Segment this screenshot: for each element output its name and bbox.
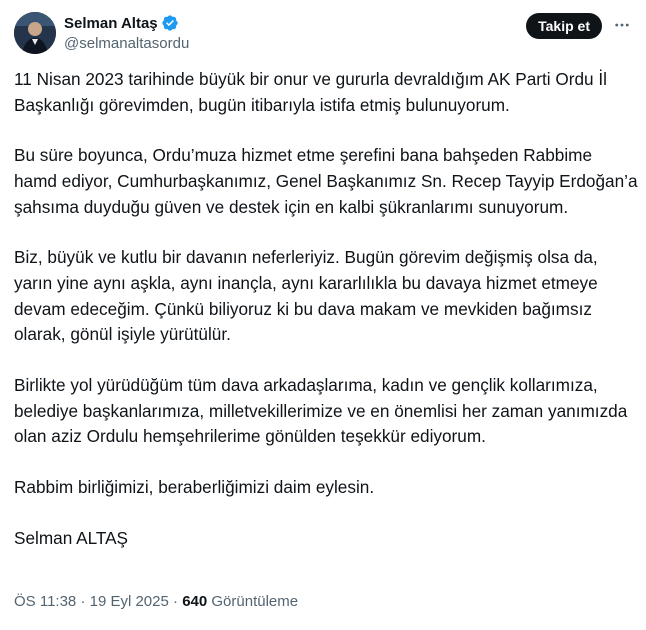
- display-name[interactable]: Selman Altaş: [64, 15, 158, 32]
- tweet-paragraph: 11 Nisan 2023 tarihinde büyük bir onur v…: [14, 69, 607, 115]
- author-handle[interactable]: @selmanaltasordu: [64, 35, 189, 52]
- display-name-row: Selman Altaş: [64, 13, 189, 33]
- tweet-time[interactable]: ÖS 11:38: [14, 593, 76, 610]
- tweet-signature: Selman ALTAŞ: [14, 527, 128, 548]
- views-label: Görüntüleme: [211, 593, 299, 610]
- tweet-paragraph: Bu süre boyunca, Ordu’muza hizmet etme ş…: [14, 145, 638, 217]
- meta-separator: ·: [80, 593, 86, 610]
- views-count: 640: [182, 593, 208, 610]
- tweet-meta: ÖS 11:38 · 19 Eyl 2025 · 640 Görüntüleme: [14, 593, 298, 610]
- tweet-text: 11 Nisan 2023 tarihinde büyük bir onur v…: [14, 67, 638, 551]
- more-horizontal-icon[interactable]: [612, 15, 632, 35]
- tweet: Selman Altaş @selmanaltasordu Takip et 1…: [0, 0, 646, 630]
- tweet-date[interactable]: 19 Eyl 2025: [90, 593, 169, 610]
- verified-badge-icon[interactable]: [161, 14, 179, 32]
- tweet-header: Selman Altaş @selmanaltasordu Takip et: [14, 12, 632, 54]
- meta-separator: ·: [173, 593, 179, 610]
- tweet-paragraph: Birlikte yol yürüdüğüm tüm dava arkadaşl…: [14, 374, 628, 447]
- tweet-paragraph: Biz, büyük ve kutlu bir davanın neferler…: [14, 247, 598, 345]
- follow-button[interactable]: Takip et: [526, 13, 602, 39]
- author-names: Selman Altaş @selmanaltasordu: [64, 13, 189, 53]
- tweet-paragraph: Rabbim birliğimizi, beraberliğimizi daim…: [14, 476, 375, 497]
- avatar[interactable]: [14, 12, 56, 54]
